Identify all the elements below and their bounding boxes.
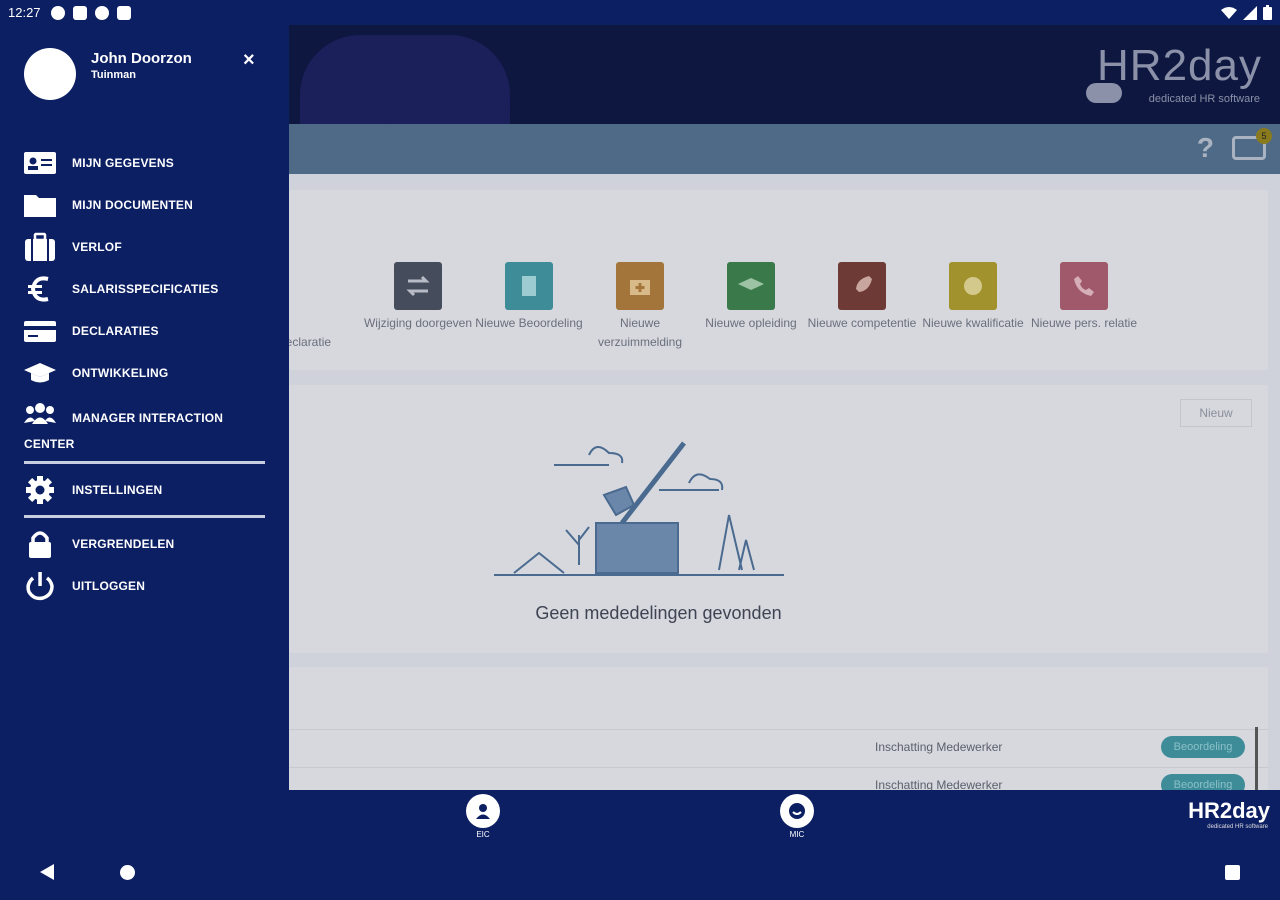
tile-label: Nieuwe verzuimmelding xyxy=(597,316,683,349)
id-card-icon xyxy=(22,148,58,178)
graduation-cap-icon xyxy=(727,262,775,310)
battery-icon xyxy=(1263,5,1272,20)
menu-item-ontwikkeling[interactable]: ONTWIKKELING xyxy=(0,353,289,393)
rocket-icon xyxy=(838,262,886,310)
mic-label: MIC xyxy=(789,830,805,839)
seal-icon xyxy=(949,262,997,310)
inbox-badge: 5 xyxy=(1256,128,1272,144)
announcements-card: Nieuw Geen mededelingen gevonden xyxy=(289,385,1268,653)
tile-label: Nieuwe kwalificatie xyxy=(922,316,1024,330)
table-row[interactable]: Inschatting Medewerker Beoordeling xyxy=(289,729,1268,767)
tree-stump-axe-illustration xyxy=(494,441,784,576)
table-row[interactable]: Inschatting Medewerker Beoordeling xyxy=(289,767,1268,790)
wifi-icon xyxy=(1221,6,1237,19)
menu-item-instellingen[interactable]: INSTELLINGEN xyxy=(0,470,289,510)
swap-arrows-icon xyxy=(394,262,442,310)
user-role: Tuinman xyxy=(91,69,137,81)
quick-actions-card: e declaratie Wijziging doorgeven Nieuwe … xyxy=(239,190,1268,370)
tile-competentie[interactable]: Nieuwe competentie xyxy=(802,262,922,333)
empty-announcements-text: Geen mededelingen gevonden xyxy=(535,603,782,623)
notification-icon xyxy=(116,5,131,20)
power-icon xyxy=(22,571,58,601)
menu-divider xyxy=(24,515,265,518)
logo-tagline: dedicated HR software xyxy=(1207,824,1268,830)
menu-item-label: VERGRENDELEN xyxy=(72,537,175,551)
eic-label: EIC xyxy=(476,830,490,839)
close-icon[interactable]: × xyxy=(243,49,255,72)
tile-pers-relatie[interactable]: Nieuwe pers. relatie xyxy=(1024,262,1144,333)
folder-icon xyxy=(22,190,58,220)
menu-item-label: MIJN DOCUMENTEN xyxy=(72,198,194,212)
back-icon[interactable] xyxy=(40,864,54,880)
clipboard-icon xyxy=(505,262,553,310)
menu-item-declaraties[interactable]: DECLARATIES xyxy=(0,311,289,351)
suitcase-icon xyxy=(22,232,58,262)
menu-item-label: MANAGER INTERACTION CENTER xyxy=(24,411,224,451)
eic-button[interactable]: EIC xyxy=(453,794,513,839)
task-label: Inschatting Medewerker xyxy=(875,778,1003,790)
menu-divider xyxy=(24,461,265,464)
menu-item-manager-interaction-center[interactable]: MANAGER INTERACTION CENTER xyxy=(0,395,289,451)
task-badge: Beoordeling xyxy=(1161,774,1245,790)
system-navigation-bar xyxy=(0,845,1280,900)
menu-item-mijn-documenten[interactable]: MIJN DOCUMENTEN xyxy=(0,185,289,225)
status-time: 12:27 xyxy=(8,5,41,20)
menu-item-label: MIJN GEGEVENS xyxy=(72,156,174,170)
menu-item-label: DECLARATIES xyxy=(72,324,159,338)
notification-icon xyxy=(94,5,109,20)
tile-beoordeling[interactable]: Nieuwe Beoordeling xyxy=(469,262,589,333)
tile-label: Nieuwe pers. relatie xyxy=(1030,316,1138,330)
help-icon[interactable]: ? xyxy=(1197,132,1214,164)
new-announcement-button[interactable]: Nieuw xyxy=(1180,399,1252,427)
graduation-cap-icon xyxy=(22,358,58,388)
hr2day-logo: HR2day xyxy=(1097,41,1262,90)
notification-icon xyxy=(72,5,87,20)
avatar xyxy=(24,48,76,100)
menu-item-label: ONTWIKKELING xyxy=(72,366,169,380)
credit-card-icon xyxy=(22,316,58,346)
menu-item-mijn-gegevens[interactable]: MIJN GEGEVENS xyxy=(0,143,289,183)
menu-item-label: INSTELLINGEN xyxy=(72,483,163,497)
tile-verzuimmelding[interactable]: Nieuwe verzuimmelding xyxy=(580,262,700,352)
menu-item-uitloggen[interactable]: UITLOGGEN xyxy=(0,566,289,606)
logo-cloud-icon xyxy=(1086,83,1122,103)
recent-apps-icon[interactable] xyxy=(1225,865,1240,880)
logo-tagline: dedicated HR software xyxy=(1148,93,1260,105)
menu-item-verlof[interactable]: VERLOF xyxy=(0,227,289,267)
mic-button[interactable]: MIC xyxy=(767,794,827,839)
menu-item-label: UITLOGGEN xyxy=(72,579,146,593)
hr2day-logo: HR2day xyxy=(1188,798,1270,823)
gear-icon xyxy=(22,475,58,505)
tasks-card: Inschatting Medewerker Beoordeling Insch… xyxy=(289,667,1268,790)
navigation-drawer: John Doorzon Tuinman × MIJN GEGEVENS MIJ… xyxy=(0,25,289,845)
menu-item-label: SALARISSPECIFICATIES xyxy=(72,282,219,296)
smiley-icon xyxy=(780,794,814,828)
tile-label: Nieuwe opleiding xyxy=(705,316,797,330)
task-label: Inschatting Medewerker xyxy=(875,740,1003,754)
tile-kwalificatie[interactable]: Nieuwe kwalificatie xyxy=(913,262,1033,333)
home-icon[interactable] xyxy=(120,865,135,880)
euro-icon xyxy=(22,274,58,304)
tile-label: Wijziging doorgeven xyxy=(363,316,473,330)
tile-label: Nieuwe competentie xyxy=(807,316,917,330)
phone-icon xyxy=(1060,262,1108,310)
user-name: John Doorzon xyxy=(91,50,192,67)
user-icon xyxy=(466,794,500,828)
menu-item-label: VERLOF xyxy=(72,240,122,254)
task-badge: Beoordeling xyxy=(1161,736,1245,758)
scrollbar[interactable] xyxy=(1255,727,1258,790)
lock-icon xyxy=(22,529,58,559)
menu-item-salarisspecificaties[interactable]: SALARISSPECIFICATIES xyxy=(0,269,289,309)
tile-label: Nieuwe Beoordeling xyxy=(475,316,583,330)
notification-icon xyxy=(50,5,65,20)
signal-icon xyxy=(1243,5,1257,20)
status-bar: 12:27 xyxy=(0,0,1280,25)
menu-item-vergrendelen[interactable]: VERGRENDELEN xyxy=(0,524,289,564)
tile-opleiding[interactable]: Nieuwe opleiding xyxy=(691,262,811,333)
tile-wijziging[interactable]: Wijziging doorgeven xyxy=(358,262,478,333)
medkit-icon xyxy=(616,262,664,310)
